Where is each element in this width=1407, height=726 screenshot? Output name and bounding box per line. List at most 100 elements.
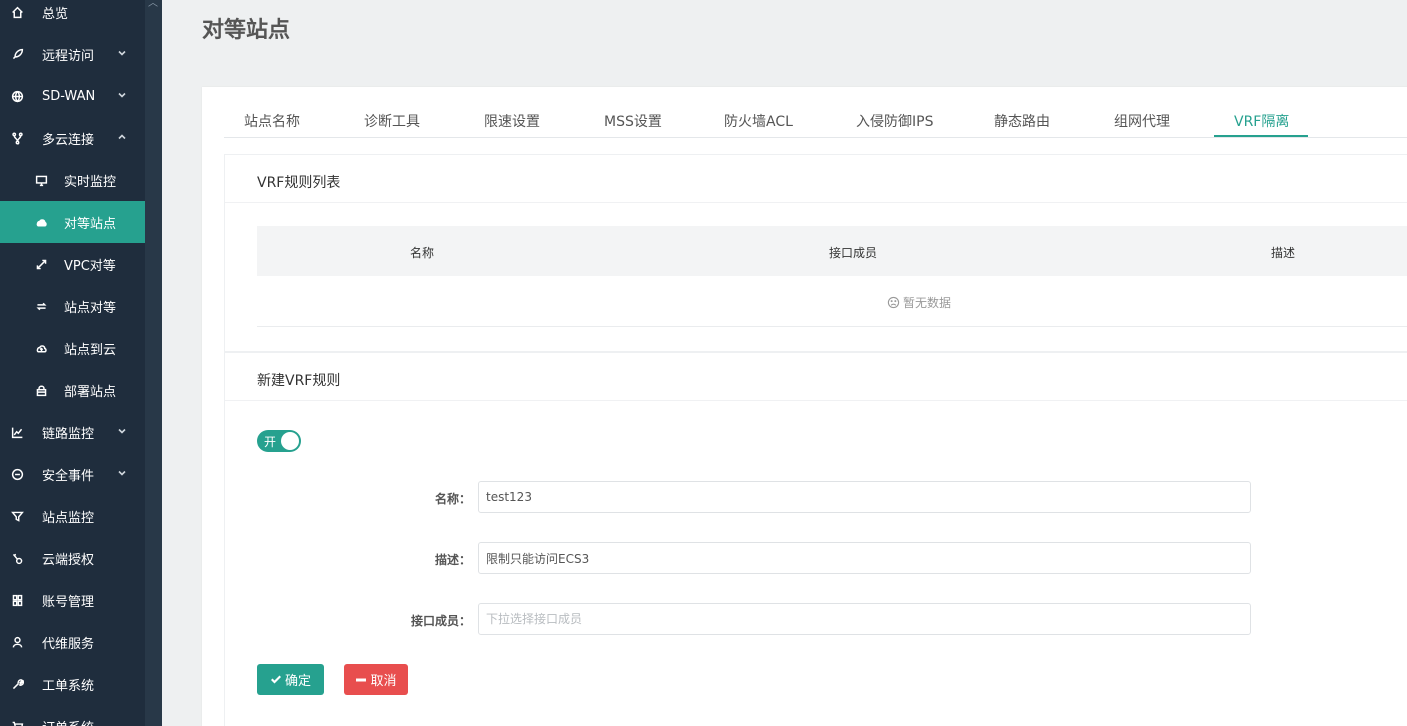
wrench-icon (4, 678, 30, 691)
panel-title: VRF规则列表 (257, 175, 341, 191)
cancel-button[interactable]: 取消 (344, 664, 408, 695)
sidebar-item-cloud-license[interactable]: 云端授权 (0, 537, 145, 579)
chevron-down-icon (117, 467, 129, 479)
collapse-icon[interactable]: ︿ (148, 0, 158, 9)
sidebar-item-label: 代维服务 (42, 636, 95, 652)
name-label: 名称： (434, 492, 471, 506)
line-chart-icon (4, 426, 30, 439)
chevron-down-icon (117, 425, 129, 437)
tab-ips[interactable]: 入侵防御IPS (856, 111, 933, 131)
tab-diagnostic-tools[interactable]: 诊断工具 (364, 111, 420, 131)
lock-box-icon (28, 384, 54, 397)
minus-icon (356, 678, 367, 681)
sidebar-item-peer-sites[interactable]: 对等站点 (0, 201, 145, 243)
page-title: 对等站点 (202, 18, 291, 43)
monitor-icon (28, 174, 54, 187)
sidebar-item-label: 多云连接 (42, 132, 95, 148)
tab-firewall-acl[interactable]: 防火墙ACL (724, 111, 793, 131)
sidebar-item-link-monitor[interactable]: 链路监控 (0, 411, 145, 453)
column-header-members[interactable]: 接口成员 (829, 244, 877, 261)
description-input[interactable] (478, 542, 1251, 574)
empty-state: 暂无数据 (887, 294, 951, 311)
minus-circle-icon (4, 468, 30, 481)
members-select[interactable] (478, 603, 1251, 635)
column-header-description[interactable]: 描述 (1271, 244, 1295, 261)
sidebar-item-label: 链路监控 (42, 426, 95, 442)
description-label: 描述： (434, 553, 471, 567)
sidebar-item-label: 对等站点 (64, 216, 117, 232)
sidebar-item-label: 站点监控 (42, 510, 95, 526)
rocket-icon (4, 48, 30, 61)
sidebar-scrollbar[interactable] (145, 0, 162, 726)
sidebar-item-multicloud[interactable]: 多云连接 (0, 117, 145, 159)
chevron-down-icon (117, 47, 129, 59)
sidebar-item-sd-wan[interactable]: SD-WAN (0, 75, 145, 117)
panel-title: 新建VRF规则 (257, 373, 341, 389)
sidebar-item-label: 部署站点 (64, 384, 117, 400)
tab-site-name[interactable]: 站点名称 (244, 111, 300, 131)
sidebar-item-order-system[interactable]: 订单系统 (0, 705, 145, 726)
empty-text: 暂无数据 (903, 296, 952, 310)
sidebar-item-deploy-site[interactable]: 部署站点 (0, 369, 145, 411)
sidebar-item-site-to-cloud[interactable]: 站点到云 (0, 327, 145, 369)
tab-network-proxy[interactable]: 组网代理 (1114, 111, 1170, 131)
sidebar-item-label: 云端授权 (42, 552, 95, 568)
sidebar-item-ticket-system[interactable]: 工单系统 (0, 663, 145, 705)
active-tab-indicator (1214, 135, 1308, 137)
tab-vrf-isolation[interactable]: VRF隔离 (1234, 111, 1289, 131)
sidebar-item-remote-access[interactable]: 远程访问 (0, 33, 145, 75)
sidebar-item-label: 远程访问 (42, 48, 95, 64)
toggle-knob (281, 432, 299, 450)
sidebar-item-security-events[interactable]: 安全事件 (0, 453, 145, 495)
sidebar-item-label: VPC对等 (64, 258, 116, 274)
name-input[interactable] (478, 481, 1251, 513)
empty-table-row: 暂无数据 (257, 276, 1407, 327)
main-card: 站点名称 诊断工具 限速设置 MSS设置 防火墙ACL 入侵防御IPS 静态路由… (202, 87, 1407, 726)
chevron-up-icon (117, 131, 129, 143)
toggle-label: 开 (264, 435, 277, 449)
sidebar-item-label: 账号管理 (42, 594, 95, 610)
panel-header: 新建VRF规则 (225, 353, 1407, 401)
filter-icon (4, 510, 30, 523)
swap-icon (28, 300, 54, 313)
tab-rate-limit[interactable]: 限速设置 (484, 111, 540, 131)
sidebar-item-maintenance-service[interactable]: 代维服务 (0, 621, 145, 663)
sidebar-item-label: 总览 (42, 6, 69, 22)
group-icon (4, 594, 30, 607)
sidebar-item-vpc-peering[interactable]: VPC对等 (0, 243, 145, 285)
members-label: 接口成员： (410, 614, 471, 628)
home-icon (4, 6, 30, 19)
sidebar-item-label: SD-WAN (42, 88, 96, 104)
check-icon (270, 675, 281, 683)
tab-bar: 站点名称 诊断工具 限速设置 MSS设置 防火墙ACL 入侵防御IPS 静态路由… (224, 105, 1407, 138)
new-vrf-rule-panel: 新建VRF规则 开 名称： 描述： 接口成员： 确定 取消 (224, 352, 1407, 726)
tab-mss-settings[interactable]: MSS设置 (604, 111, 662, 131)
sidebar-item-account-mgmt[interactable]: 账号管理 (0, 579, 145, 621)
vrf-rule-list-panel: VRF规则列表 名称 接口成员 描述 暂无数据 (224, 154, 1407, 352)
sidebar-item-label: 安全事件 (42, 468, 95, 484)
sidebar-item-label: 站点对等 (64, 300, 117, 316)
confirm-button[interactable]: 确定 (257, 664, 324, 695)
sidebar-item-label: 订单系统 (42, 717, 94, 726)
enable-toggle[interactable]: 开 (257, 430, 301, 452)
sad-face-icon (887, 296, 900, 309)
tab-static-routes[interactable]: 静态路由 (994, 111, 1050, 131)
sidebar-item-label: 工单系统 (42, 678, 95, 694)
sidebar-item-realtime-monitor[interactable]: 实时监控 (0, 159, 145, 201)
branch-icon (4, 131, 30, 145)
sidebar-item-overview[interactable]: 总览 (0, 0, 145, 33)
expand-icon (28, 258, 54, 271)
cart-icon (4, 720, 30, 726)
cancel-label: 取消 (370, 674, 397, 689)
table-header: 名称 接口成员 描述 (257, 226, 1407, 276)
user-icon (4, 636, 30, 649)
panel-header: VRF规则列表 (225, 155, 1407, 203)
sidebar-item-label: 实时监控 (64, 174, 117, 190)
key-icon (4, 552, 30, 565)
sidebar-item-site-peering[interactable]: 站点对等 (0, 285, 145, 327)
sidebar-item-site-monitor[interactable]: 站点监控 (0, 495, 145, 537)
column-header-name[interactable]: 名称 (410, 244, 434, 261)
globe-icon (4, 90, 30, 103)
chevron-down-icon (117, 89, 129, 101)
confirm-label: 确定 (284, 674, 311, 689)
